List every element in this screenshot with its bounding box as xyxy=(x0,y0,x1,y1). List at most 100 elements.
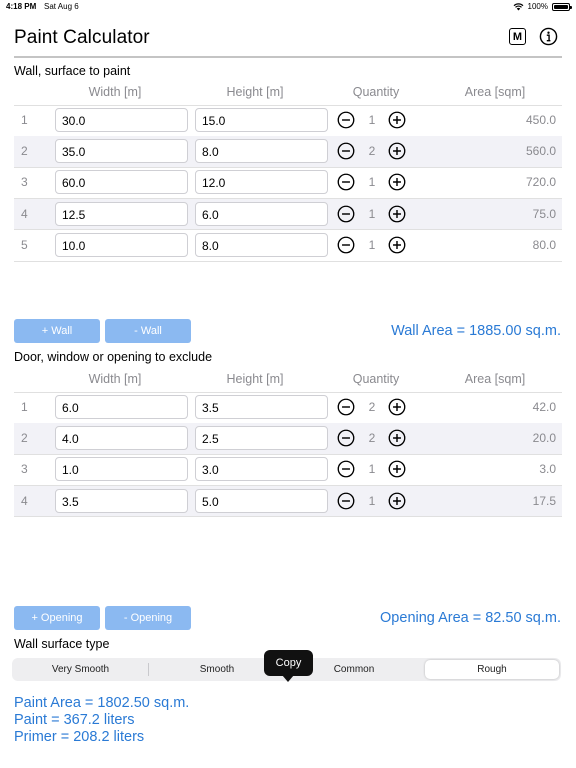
wall-height-input[interactable]: 8.0 xyxy=(195,139,328,164)
wifi-icon xyxy=(513,2,523,10)
minus-circle-icon[interactable] xyxy=(337,173,355,191)
page-title: Paint Calculator xyxy=(14,27,150,48)
row-number: 3 xyxy=(21,462,28,477)
wall-width-input[interactable]: 10.0 xyxy=(55,232,188,257)
primer-result: Primer = 208.2 liters xyxy=(14,729,145,745)
quantity-value: 1 xyxy=(368,462,376,477)
area-value: 80.0 xyxy=(532,237,556,252)
quantity-value: 1 xyxy=(368,493,376,508)
wall-height-input[interactable]: 15.0 xyxy=(195,108,328,132)
minus-circle-icon[interactable] xyxy=(337,429,355,447)
table-row: 1 30.0 15.0 1 450.0 xyxy=(14,105,562,136)
row-number: 1 xyxy=(21,113,28,127)
info-icon[interactable] xyxy=(539,27,558,46)
row-number: 4 xyxy=(21,493,28,508)
wall-width-input[interactable]: 35.0 xyxy=(55,139,188,164)
wall-width-input[interactable]: 12.5 xyxy=(55,201,188,226)
minus-circle-icon[interactable] xyxy=(337,142,355,160)
plus-circle-icon[interactable] xyxy=(388,492,406,510)
menu-button[interactable]: M xyxy=(509,28,526,45)
segment-very-smooth[interactable]: Very Smooth xyxy=(14,660,147,679)
title-divider xyxy=(14,56,562,58)
area-value: 75.0 xyxy=(532,206,556,221)
area-value: 17.5 xyxy=(532,493,556,508)
row-number: 5 xyxy=(21,237,28,252)
plus-circle-icon[interactable] xyxy=(388,429,406,447)
plus-circle-icon[interactable] xyxy=(388,173,406,191)
area-value: 3.0 xyxy=(539,462,556,477)
table-row: 4 12.5 6.0 1 75.0 xyxy=(14,198,562,230)
wall-width-input[interactable]: 30.0 xyxy=(55,108,188,132)
quantity-value: 1 xyxy=(368,237,376,252)
quantity-value: 2 xyxy=(368,431,376,446)
quantity-value: 1 xyxy=(368,175,376,190)
paint-result: Paint = 367.2 liters xyxy=(14,712,135,728)
wall-height-input[interactable]: 8.0 xyxy=(195,232,328,257)
wall-col-height: Height [m] xyxy=(226,85,284,99)
battery-percent: 100% xyxy=(527,2,548,11)
opening-col-height: Height [m] xyxy=(226,372,284,386)
surface-section-label: Wall surface type xyxy=(14,637,110,651)
wall-col-width: Width [m] xyxy=(88,85,142,99)
minus-circle-icon[interactable] xyxy=(337,460,355,478)
opening-height-input[interactable]: 3.0 xyxy=(195,457,328,482)
row-number: 3 xyxy=(21,175,28,190)
opening-width-input[interactable]: 1.0 xyxy=(55,457,188,482)
area-value: 450.0 xyxy=(525,113,556,127)
row-number: 2 xyxy=(21,431,28,446)
minus-circle-icon[interactable] xyxy=(337,236,355,254)
row-separator xyxy=(14,260,562,262)
opening-width-input[interactable]: 4.0 xyxy=(55,426,188,451)
status-bar: 4:18 PM Sat Aug 6 100% xyxy=(0,0,576,14)
opening-area-total: Opening Area = 82.50 sq.m. xyxy=(380,610,561,626)
opening-height-input[interactable]: 5.0 xyxy=(195,488,328,513)
battery-icon xyxy=(552,2,572,11)
status-time: 4:18 PM xyxy=(6,2,37,11)
quantity-value: 1 xyxy=(368,206,376,221)
minus-circle-icon[interactable] xyxy=(337,205,355,223)
row-number: 4 xyxy=(21,206,28,221)
table-row: 3 1.0 3.0 1 3.0 xyxy=(14,454,562,485)
table-row: 2 35.0 8.0 2 560.0 xyxy=(14,136,562,168)
status-date: Sat Aug 6 xyxy=(44,2,79,11)
area-value: 720.0 xyxy=(525,175,556,190)
minus-circle-icon[interactable] xyxy=(337,492,355,510)
add-wall-button[interactable]: + Wall xyxy=(14,319,100,343)
row-number: 1 xyxy=(21,400,28,414)
wall-col-area: Area [sqm] xyxy=(464,85,526,99)
opening-width-input[interactable]: 3.5 xyxy=(55,488,188,513)
minus-circle-icon[interactable] xyxy=(337,111,355,129)
segment-rough[interactable]: Rough xyxy=(425,660,559,679)
paint-area-result: Paint Area = 1802.50 sq.m. xyxy=(14,695,190,711)
area-value: 560.0 xyxy=(525,144,556,159)
opening-width-input[interactable]: 6.0 xyxy=(55,395,188,419)
wall-height-input[interactable]: 12.0 xyxy=(195,170,328,195)
plus-circle-icon[interactable] xyxy=(388,111,406,129)
opening-section-label: Door, window or opening to exclude xyxy=(14,350,213,364)
remove-opening-button[interactable]: - Opening xyxy=(105,606,191,630)
plus-circle-icon[interactable] xyxy=(388,236,406,254)
add-opening-button[interactable]: + Opening xyxy=(14,606,100,630)
quantity-value: 1 xyxy=(368,113,376,127)
minus-circle-icon[interactable] xyxy=(337,398,355,416)
plus-circle-icon[interactable] xyxy=(388,205,406,223)
row-number: 2 xyxy=(21,144,28,159)
opening-col-quantity: Quantity xyxy=(352,372,400,386)
plus-circle-icon[interactable] xyxy=(388,460,406,478)
opening-height-input[interactable]: 2.5 xyxy=(195,426,328,451)
plus-circle-icon[interactable] xyxy=(388,142,406,160)
opening-height-input[interactable]: 3.5 xyxy=(195,395,328,419)
table-row: 1 6.0 3.5 2 42.0 xyxy=(14,392,562,423)
copy-tooltip[interactable]: Copy xyxy=(264,650,313,676)
wall-col-quantity: Quantity xyxy=(352,85,400,99)
plus-circle-icon[interactable] xyxy=(388,398,406,416)
wall-height-input[interactable]: 6.0 xyxy=(195,201,328,226)
wall-section-label: Wall, surface to paint xyxy=(14,64,131,78)
wall-width-input[interactable]: 60.0 xyxy=(55,170,188,195)
opening-col-width: Width [m] xyxy=(88,372,142,386)
area-value: 42.0 xyxy=(532,400,556,414)
status-right: 100% xyxy=(513,2,572,11)
table-row: 3 60.0 12.0 1 720.0 xyxy=(14,167,562,198)
remove-wall-button[interactable]: - Wall xyxy=(105,319,191,343)
table-row: 4 3.5 5.0 1 17.5 xyxy=(14,485,562,517)
